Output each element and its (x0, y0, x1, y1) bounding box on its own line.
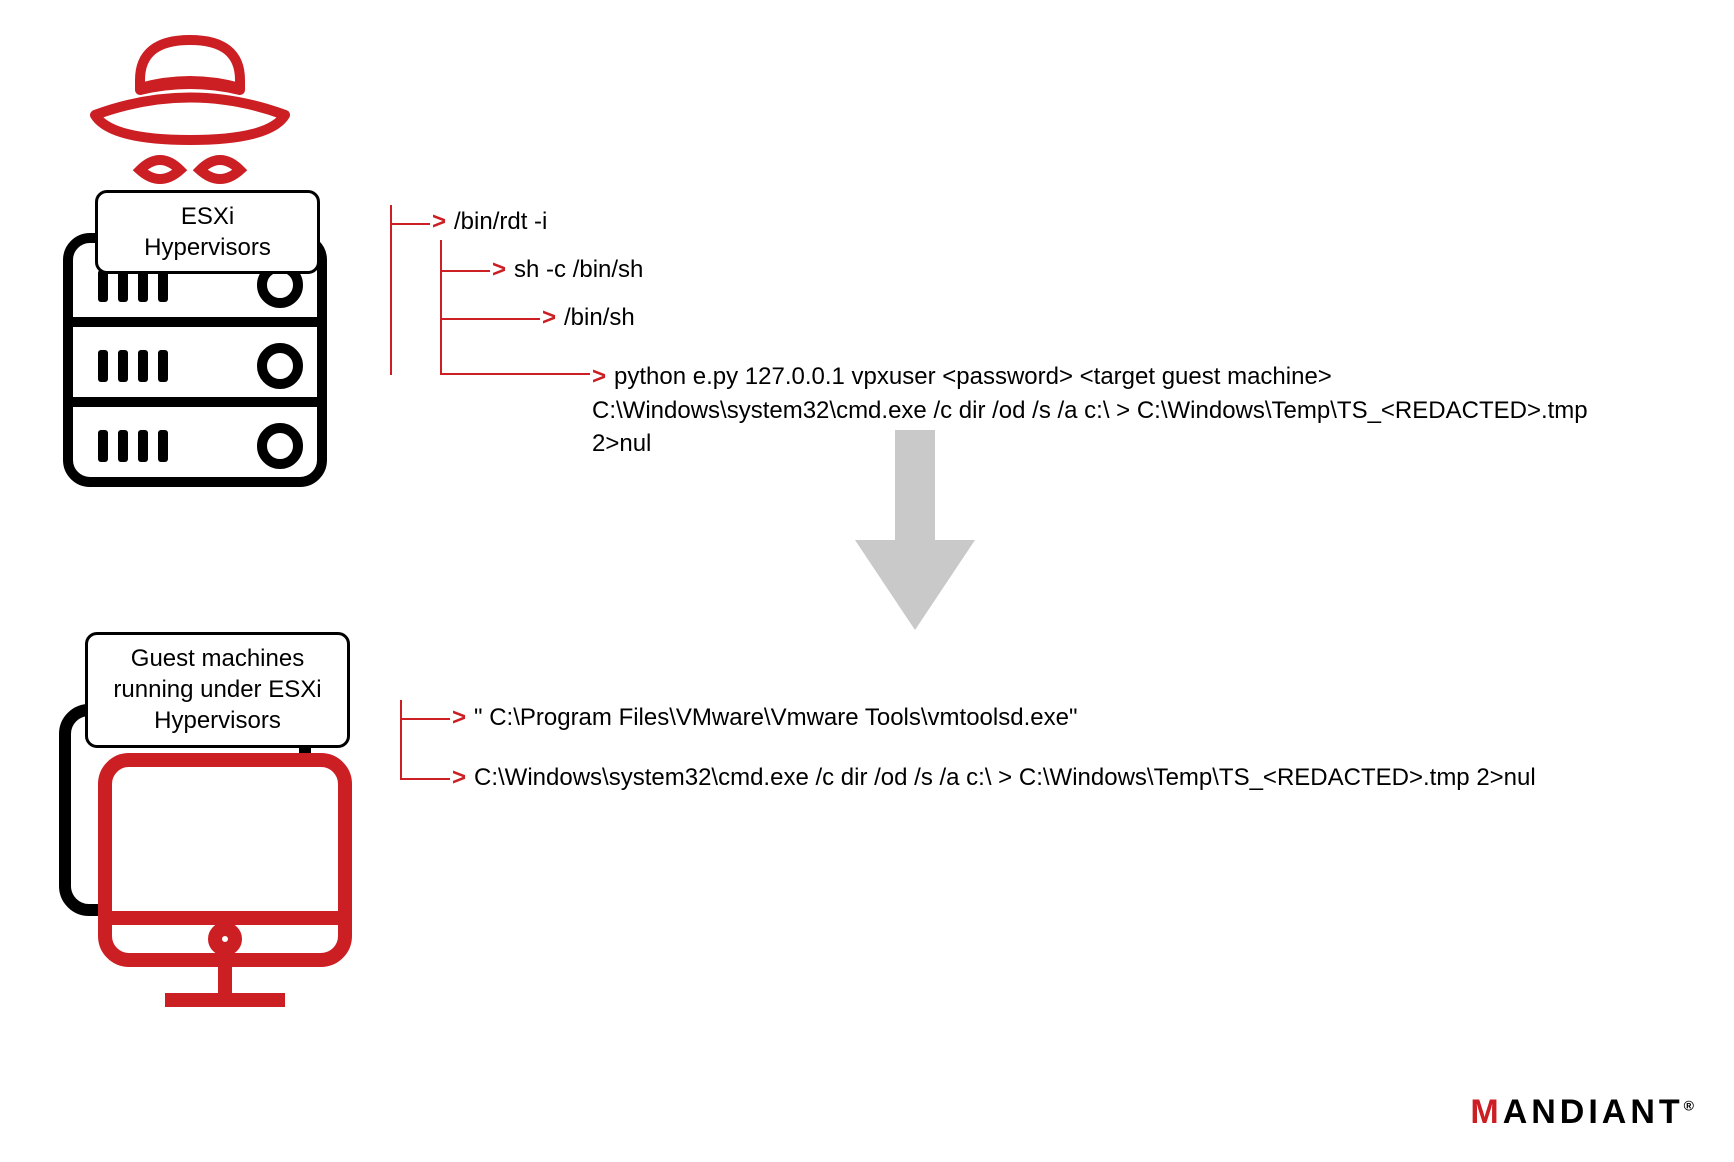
guest-label: Guest machines running under ESXi Hyperv… (85, 632, 350, 748)
guest-label-text: Guest machines running under ESXi Hyperv… (113, 645, 321, 734)
guest-machines-icon (55, 700, 355, 1020)
down-arrow-icon (850, 430, 980, 630)
brand-rest: ANDIANT (1503, 1093, 1684, 1131)
esxi-label-text: ESXi Hypervisors (144, 203, 271, 261)
top-cmd-1: >/bin/rdt -i (432, 208, 547, 236)
bottom-cmd-1: >" C:\Program Files\VMware\Vmware Tools\… (452, 704, 1077, 732)
top-cmd-2: >sh -c /bin/sh (492, 256, 643, 284)
bottom-cmd-2: >C:\Windows\system32\cmd.exe /c dir /od … (452, 764, 1536, 792)
hacker-icon (80, 20, 300, 200)
top-cmd-4: >python e.py 127.0.0.1 vpxuser <password… (592, 360, 1642, 461)
esxi-label: ESXi Hypervisors (95, 190, 320, 274)
top-cmd-3: >/bin/sh (542, 304, 635, 332)
mandiant-logo: MANDIANT® (1470, 1093, 1694, 1132)
